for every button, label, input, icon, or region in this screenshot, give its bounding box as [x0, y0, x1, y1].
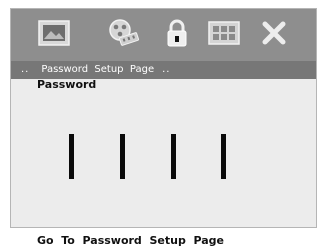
- setup-toolbar: [11, 9, 316, 61]
- password-entry-field[interactable]: [69, 134, 239, 180]
- video-setup-icon[interactable]: [106, 18, 140, 48]
- page-title: Password Setup Page: [41, 64, 155, 75]
- password-digit-3: [171, 134, 176, 179]
- setup-menu-window: .. Password Setup Page.. Password: [10, 8, 317, 228]
- exit-icon[interactable]: [257, 18, 291, 48]
- caption-right-dots: ..: [162, 64, 171, 75]
- password-digit-1: [69, 134, 74, 179]
- caption-left-dots: ..: [21, 64, 30, 75]
- password-label: Password: [37, 78, 97, 91]
- preference-grid-icon[interactable]: [207, 18, 241, 48]
- password-digit-2: [120, 134, 125, 179]
- password-lock-icon[interactable]: [160, 18, 194, 48]
- general-setup-icon[interactable]: [37, 18, 71, 48]
- footer-hint: Go To Password Setup Page: [37, 234, 224, 247]
- password-digit-4: [221, 134, 226, 179]
- page-caption-strip: .. Password Setup Page..: [11, 61, 316, 79]
